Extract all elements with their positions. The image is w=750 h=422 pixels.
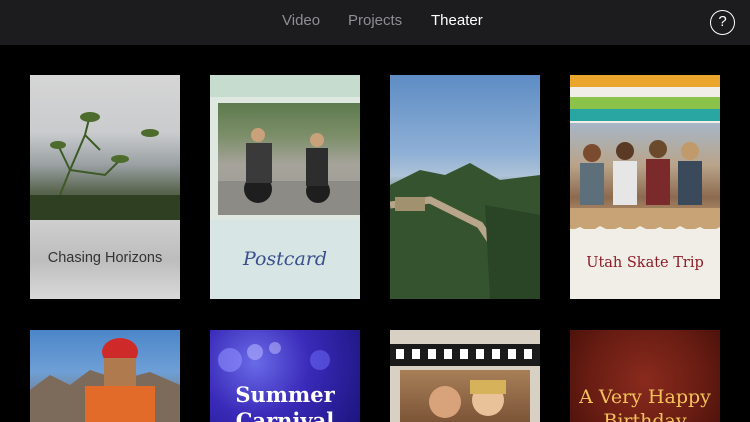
- thumbnail-image: [218, 103, 360, 215]
- theater-item-title: Postcard: [242, 248, 328, 270]
- theater-item-chasing-horizons[interactable]: Chasing Horizons: [30, 75, 180, 299]
- theater-item-title: Utah Skate Trip: [586, 255, 704, 271]
- tab-theater[interactable]: Theater: [431, 12, 483, 29]
- theater-grid: Chasing Horizons Postcard Utah Skate Tri…: [0, 45, 750, 422]
- theater-item-title: Chasing Horizons: [47, 250, 163, 266]
- tab-projects[interactable]: Projects: [348, 12, 402, 29]
- theater-item-postcard[interactable]: Postcard: [210, 75, 360, 299]
- plant-silhouette: [30, 112, 180, 220]
- theater-item-utah-skate-trip[interactable]: Utah Skate Trip: [570, 75, 720, 299]
- question-mark-icon: ?: [718, 13, 727, 30]
- thumbnail-image: [400, 370, 530, 422]
- thumbnail-image: [30, 75, 180, 220]
- thumbnail-image: [390, 75, 540, 299]
- motorcycle-riders: [218, 128, 360, 215]
- map-strip: [210, 75, 360, 97]
- theater-item-birthday[interactable]: A Very Happy Birthday: [570, 330, 720, 422]
- theater-item-title: Summer Carnival: [235, 382, 335, 422]
- tab-video[interactable]: Video: [282, 12, 320, 29]
- theater-item-helmet-rider[interactable]: [30, 330, 180, 422]
- film-strip: [390, 344, 540, 366]
- theater-item-great-wall[interactable]: [390, 75, 540, 299]
- theater-item-film-couple[interactable]: [390, 330, 540, 422]
- theater-item-summer-carnival[interactable]: Summer Carnival: [210, 330, 360, 422]
- thumbnail-image: [30, 330, 180, 422]
- theater-item-title: A Very Happy Birthday: [579, 386, 711, 422]
- help-button[interactable]: ?: [710, 10, 735, 35]
- top-navigation-bar: Video Projects Theater ?: [0, 0, 750, 45]
